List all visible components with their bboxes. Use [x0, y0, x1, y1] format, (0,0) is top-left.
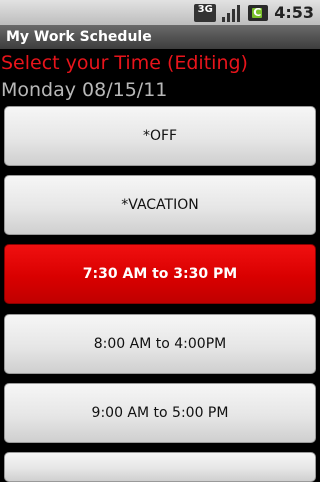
- time-option-off-button[interactable]: *OFF: [4, 106, 316, 166]
- time-option-900-500-button[interactable]: 9:00 AM to 5:00 PM: [4, 383, 316, 443]
- time-option-730-330-button[interactable]: 7:30 AM to 3:30 PM: [4, 244, 316, 304]
- time-option-800-400-button[interactable]: 8:00 AM to 4:00PM: [4, 314, 316, 374]
- status-bar: 3G 4:53: [0, 0, 320, 25]
- time-option-label: 9:00 AM to 5:00 PM: [91, 405, 229, 421]
- time-option-label: *VACATION: [121, 197, 199, 213]
- screen-subtitle: Select your Time (Editing): [1, 52, 248, 74]
- app-title: My Work Schedule: [6, 29, 152, 45]
- time-option-label: 8:00 AM to 4:00PM: [93, 336, 227, 352]
- status-clock: 4:53: [274, 3, 314, 22]
- time-option-next-button[interactable]: [4, 452, 316, 482]
- schedule-date: Monday 08/15/11: [1, 79, 168, 101]
- app-title-bar: My Work Schedule: [0, 25, 320, 49]
- time-option-label: 7:30 AM to 3:30 PM: [82, 266, 238, 282]
- time-option-vacation-button[interactable]: *VACATION: [4, 175, 316, 235]
- signal-bars-icon: [222, 4, 242, 22]
- battery-charging-icon: [248, 4, 269, 22]
- network-type-label: 3G: [194, 3, 217, 22]
- network-3g-icon: 3G: [194, 3, 217, 22]
- time-option-label: *OFF: [142, 128, 178, 144]
